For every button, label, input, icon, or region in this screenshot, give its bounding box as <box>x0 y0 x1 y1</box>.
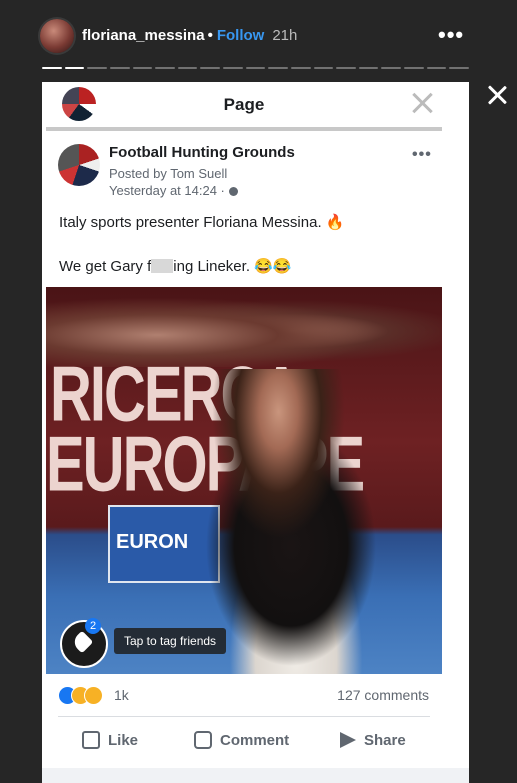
share-button: Share <box>340 728 406 752</box>
story-progress-segment <box>404 67 424 69</box>
post-more-options-icon: ••• <box>412 146 432 163</box>
post-photo: RICERCA EUROPA PE EURON 2 Tap to tag fri… <box>46 287 442 674</box>
wow-reaction-icon <box>84 686 103 705</box>
story-progress-segment <box>290 67 311 69</box>
page-close-icon <box>411 92 433 114</box>
post-text-line-1: Italy sports presenter Floriana Messina.… <box>59 214 345 231</box>
story-progress-segment <box>42 67 62 69</box>
shared-post-card[interactable]: Page Football Hunting Grounds Posted by … <box>42 82 469 783</box>
censored-word <box>151 259 174 273</box>
post-text-line-2: We get Gary f ing Lineker. 😂😂 <box>59 257 292 275</box>
post-text-part-b: ing Lineker. 😂😂 <box>173 258 292 275</box>
like-label: Like <box>108 731 139 749</box>
story-progress-segment <box>177 67 198 69</box>
story-progress-segment <box>245 67 266 69</box>
tag-tooltip: Tap to tag friends <box>114 628 227 654</box>
share-label: Share <box>364 731 406 749</box>
tag-count-badge: 2 <box>85 618 101 634</box>
tag-icon <box>70 630 94 654</box>
story-avatar[interactable] <box>40 19 74 53</box>
thumbs-up-icon <box>82 731 100 749</box>
story-progress-segment <box>64 67 85 69</box>
story-progress-bar <box>42 67 469 69</box>
story-username[interactable]: floriana_messina <box>82 27 205 44</box>
gear-icon <box>228 187 238 196</box>
story-progress-segment <box>449 67 469 69</box>
story-close-icon[interactable] <box>485 83 509 107</box>
story-header: floriana_messina • Follow 21h <box>82 27 297 44</box>
post-timestamp: Yesterday at 14:24 · <box>109 183 238 198</box>
story-progress-segment <box>223 67 243 69</box>
follow-button[interactable]: Follow <box>217 27 265 44</box>
story-progress-segment <box>381 67 401 69</box>
story-progress-segment <box>109 67 130 69</box>
story-progress-segment <box>426 67 447 69</box>
comment-icon <box>194 731 212 749</box>
page-title: Page <box>223 95 265 114</box>
story-progress-segment <box>313 67 334 69</box>
post-page-avatar <box>58 144 100 186</box>
page-header-divider <box>46 127 442 131</box>
story-progress-segment <box>268 67 288 69</box>
story-progress-segment <box>87 67 107 69</box>
reaction-icons <box>58 686 110 705</box>
share-icon <box>340 732 356 748</box>
post-timestamp-text: Yesterday at 14:24 · <box>109 183 225 198</box>
story-progress-segment <box>200 67 220 69</box>
card-bottom-strip <box>42 768 469 783</box>
story-progress-segment <box>155 67 175 69</box>
story-time: 21h <box>272 27 298 44</box>
comment-label: Comment <box>220 731 290 749</box>
separator-dot: • <box>207 27 213 44</box>
post-text-part-a: We get Gary f <box>59 258 152 275</box>
story-progress-segment <box>358 67 379 69</box>
post-page-name: Football Hunting Grounds <box>109 144 295 161</box>
reaction-count: 1k <box>114 687 129 703</box>
like-button: Like <box>82 728 138 752</box>
comment-count: 127 comments <box>337 687 429 703</box>
story-progress-segment <box>336 67 356 69</box>
story-more-options-icon[interactable]: ••• <box>438 22 464 48</box>
comment-button: Comment <box>194 728 289 752</box>
story-progress-segment <box>132 67 153 69</box>
page-header: Page <box>42 82 469 131</box>
action-divider <box>58 716 430 717</box>
post-author: Posted by Tom Suell <box>109 166 228 181</box>
